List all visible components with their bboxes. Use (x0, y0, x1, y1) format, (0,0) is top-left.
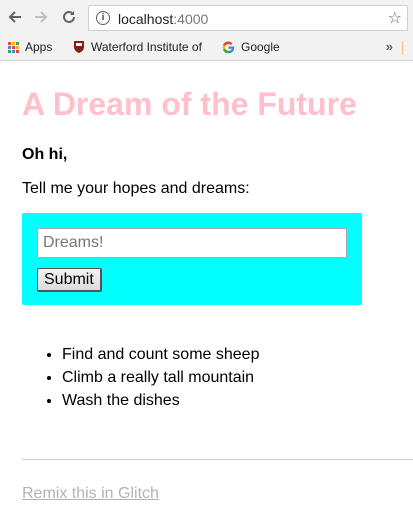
browser-toolbar: i localhost:4000 ☆ (0, 0, 413, 36)
bookmark-star-icon[interactable]: ☆ (388, 8, 402, 27)
reload-icon[interactable] (58, 6, 80, 28)
list-item: Climb a really tall mountain (62, 366, 259, 389)
dream-list: Find and count some sheep Climb a really… (22, 343, 259, 412)
google-g-icon (222, 40, 235, 53)
bookmark-apps[interactable]: Apps (8, 40, 52, 54)
bookmarks-bar: Apps Waterford Institute of Google » (0, 36, 413, 61)
dream-input[interactable] (37, 228, 347, 258)
address-bar[interactable]: i localhost:4000 ☆ (88, 5, 408, 31)
remix-link[interactable]: Remix this in Glitch (22, 485, 159, 503)
info-icon[interactable]: i (96, 11, 110, 25)
more-bookmarks-chevron-icon[interactable]: » (386, 39, 393, 54)
submit-button[interactable]: Submit (37, 268, 102, 292)
bookmark-label: Apps (25, 40, 53, 54)
greeting-text: Oh hi, (22, 146, 68, 163)
url-host: localhost (118, 11, 174, 27)
dream-form: Submit (22, 213, 362, 305)
url-port: :4000 (173, 11, 209, 27)
crest-icon (74, 41, 84, 53)
footer-divider (22, 459, 413, 460)
url-text: localhost:4000 (118, 11, 208, 27)
prompt-text: Tell me your hopes and dreams: (22, 180, 250, 197)
bookmark-label: Google (241, 40, 280, 54)
bookmark-google[interactable]: Google (222, 40, 280, 54)
forward-arrow-icon[interactable] (30, 6, 52, 28)
apps-grid-icon (8, 41, 19, 53)
list-item: Wash the dishes (62, 389, 259, 412)
page-title: A Dream of the Future (22, 86, 357, 122)
bookmark-folder-divider (402, 41, 403, 55)
bookmark-waterford[interactable]: Waterford Institute of (73, 40, 202, 54)
list-item: Find and count some sheep (62, 343, 259, 366)
bookmark-label: Waterford Institute of (91, 40, 202, 54)
back-arrow-icon[interactable] (4, 6, 26, 28)
